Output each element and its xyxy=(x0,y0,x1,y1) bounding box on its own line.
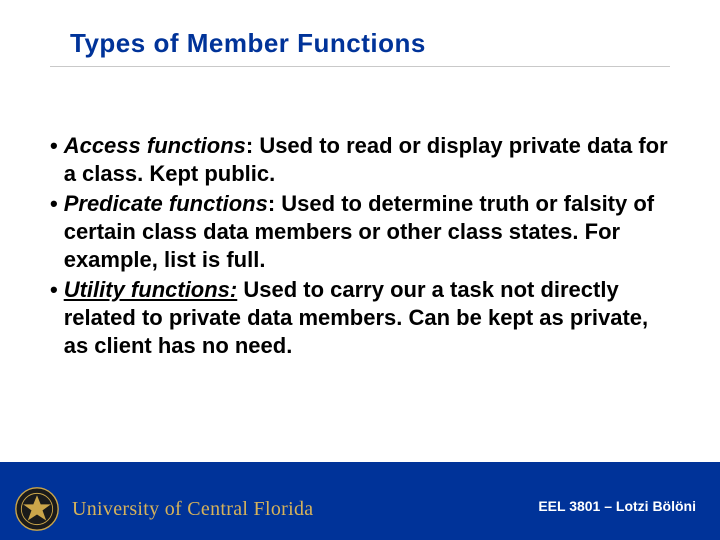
bullet-text: Predicate functions: Used to determine t… xyxy=(64,190,670,274)
footer-band: University of Central Florida EEL 3801 –… xyxy=(0,462,720,540)
university-logo: University of Central Florida xyxy=(14,486,313,532)
slide-title: Types of Member Functions xyxy=(70,28,426,59)
slide-body: • Access functions: Used to read or disp… xyxy=(50,132,670,362)
bullet-dot-icon: • xyxy=(50,132,58,188)
bullet-dot-icon: • xyxy=(50,190,58,274)
slide: Types of Member Functions • Access funct… xyxy=(0,0,720,540)
course-footer: EEL 3801 – Lotzi Bölöni xyxy=(538,498,696,514)
ucf-seal-icon xyxy=(14,486,60,532)
university-name: University of Central Florida xyxy=(72,498,313,521)
bullet-lead: Access functions xyxy=(64,133,246,158)
title-underline xyxy=(50,66,670,67)
bullet-item: • Utility functions: Used to carry our a… xyxy=(50,276,670,360)
bullet-dot-icon: • xyxy=(50,276,58,360)
bullet-lead: Predicate functions xyxy=(64,191,268,216)
bullet-text: Utility functions: Used to carry our a t… xyxy=(64,276,670,360)
bullet-item: • Predicate functions: Used to determine… xyxy=(50,190,670,274)
bullet-text: Access functions: Used to read or displa… xyxy=(64,132,670,188)
bullet-lead: Utility functions: xyxy=(64,277,238,302)
bullet-item: • Access functions: Used to read or disp… xyxy=(50,132,670,188)
